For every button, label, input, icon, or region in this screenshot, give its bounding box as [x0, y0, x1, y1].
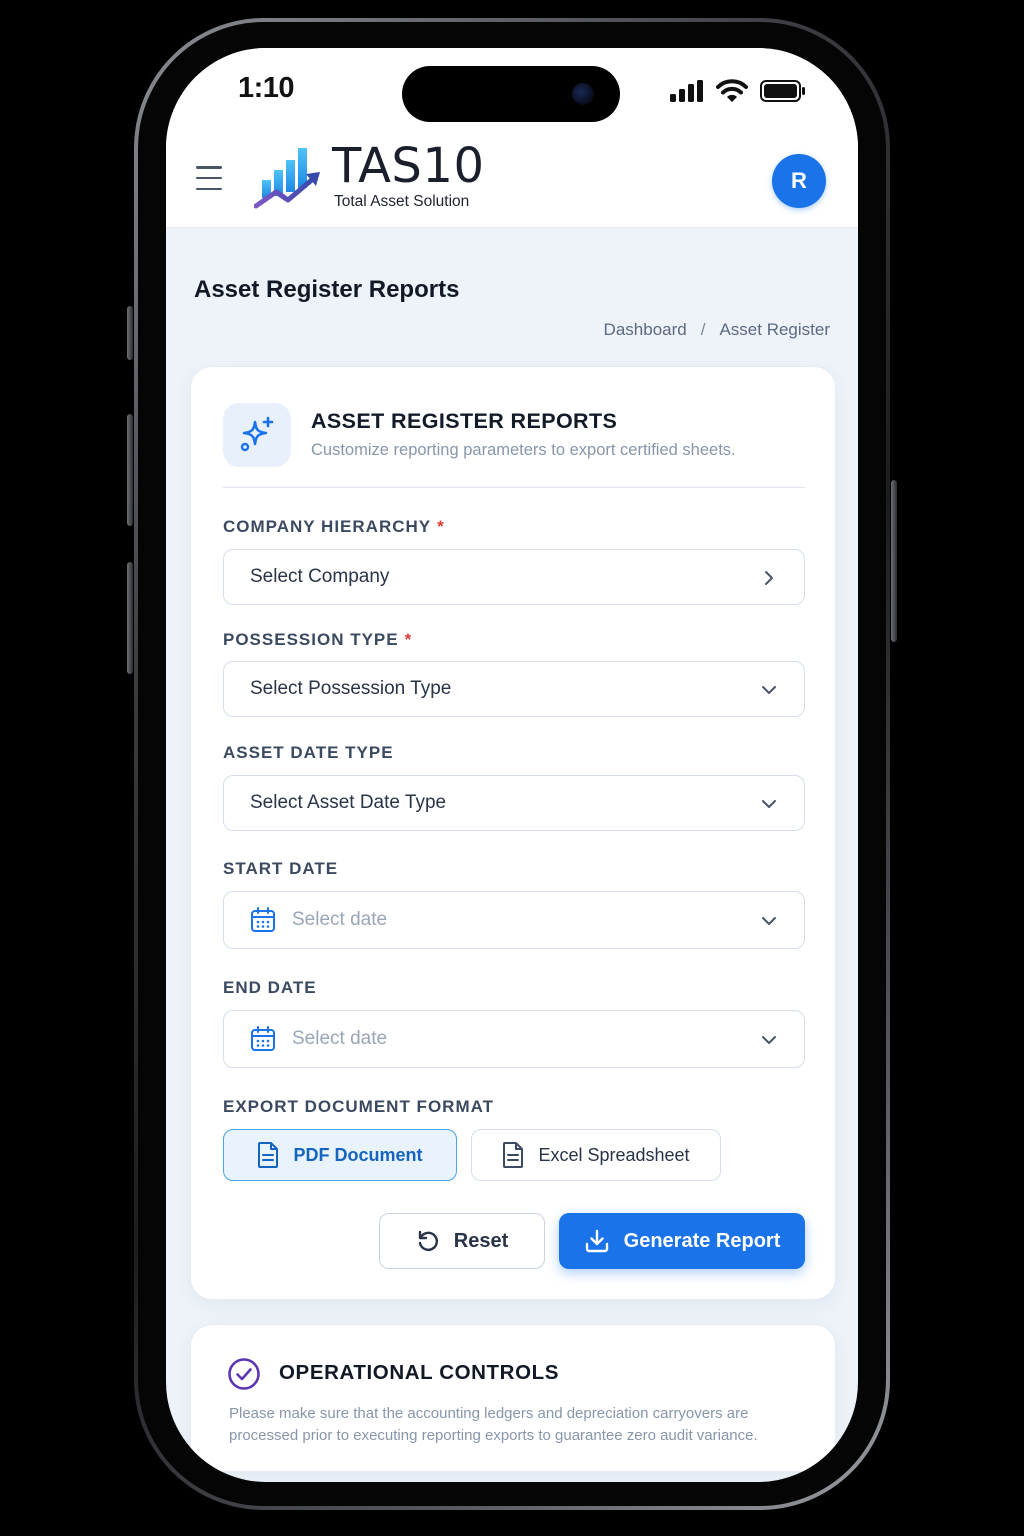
chevron-right-icon [765, 571, 773, 585]
chevron-down-icon [762, 686, 776, 694]
end-date-label: END DATE [223, 978, 317, 997]
breadcrumb-dashboard[interactable]: Dashboard [604, 320, 687, 340]
asset-date-type-select[interactable]: Select Asset Date Type [223, 775, 805, 831]
divider [223, 487, 805, 488]
status-icons [670, 79, 806, 103]
start-date-picker[interactable]: Select date [223, 891, 805, 949]
company-label: COMPANY HIERARCHY * [223, 517, 445, 537]
company-select-value: Select Company [250, 566, 390, 587]
wifi-icon [716, 79, 748, 102]
possession-type-label-text: POSSESSION TYPE [223, 630, 399, 649]
operational-controls-card: OPERATIONAL CONTROLS Please make sure th… [190, 1324, 836, 1472]
card-subtitle: Customize reporting parameters to export… [311, 441, 736, 459]
download-icon [585, 1229, 608, 1253]
check-circle-icon [228, 1358, 260, 1390]
asset-date-type-label: ASSET DATE TYPE [223, 743, 394, 762]
operational-controls-text: Please make sure that the accounting led… [229, 1405, 758, 1444]
excel-format-label: Excel Spreadsheet [538, 1144, 690, 1165]
company-select[interactable]: Select Company [223, 549, 805, 605]
chevron-down-icon [762, 1036, 776, 1044]
dynamic-island [402, 66, 620, 122]
generate-report-button[interactable]: Generate Report [559, 1213, 805, 1269]
signal-icon [670, 80, 703, 102]
volume-down-button [127, 562, 133, 674]
excel-format-option[interactable]: Excel Spreadsheet [471, 1129, 721, 1181]
reset-icon [418, 1230, 438, 1251]
app-header: TAS10 Total Asset Solution R [166, 130, 858, 228]
possession-type-value: Select Possession Type [250, 678, 452, 699]
possession-type-label: POSSESSION TYPE * [223, 630, 412, 650]
sparkles-icon [240, 416, 274, 452]
screen: 1:10 TAS10 Total Asset Solution R Asset … [166, 48, 858, 1482]
status-time: 1:10 [238, 72, 295, 104]
export-format-label: EXPORT DOCUMENT FORMAT [223, 1097, 495, 1116]
end-date-picker[interactable]: Select date [223, 1010, 805, 1068]
status-bar: 1:10 [166, 48, 858, 130]
reset-button[interactable]: Reset [379, 1213, 545, 1269]
chevron-down-icon [762, 800, 776, 808]
breadcrumb: Dashboard / Asset Register [604, 320, 830, 340]
start-date-label: START DATE [223, 859, 339, 878]
volume-up-button [127, 414, 133, 526]
camera-icon [572, 83, 594, 105]
user-avatar[interactable]: R [772, 154, 826, 208]
end-date-placeholder: Select date [292, 1028, 388, 1049]
start-date-placeholder: Select date [292, 909, 388, 930]
power-button [891, 480, 897, 642]
document-icon [503, 1142, 524, 1168]
breadcrumb-separator: / [700, 320, 706, 339]
app-name: TAS10 [332, 138, 485, 194]
page-title: Asset Register Reports [194, 276, 460, 303]
card-title: ASSET REGISTER REPORTS [311, 409, 618, 433]
calendar-icon [251, 907, 275, 932]
reset-label: Reset [453, 1229, 509, 1252]
action-button [127, 306, 133, 360]
report-card: ASSET REGISTER REPORTS Customize reporti… [190, 366, 836, 1300]
required-mark: * [437, 517, 445, 536]
required-mark: * [404, 630, 413, 649]
phone-frame: 1:10 TAS10 Total Asset Solution R Asset … [127, 18, 897, 1510]
operational-controls-title: OPERATIONAL CONTROLS [279, 1361, 560, 1384]
company-label-text: COMPANY HIERARCHY [223, 517, 432, 536]
app-tagline: Total Asset Solution [334, 193, 470, 210]
asset-date-type-value: Select Asset Date Type [250, 792, 447, 813]
battery-icon [760, 80, 805, 102]
generate-report-label: Generate Report [623, 1229, 781, 1252]
pdf-format-label: PDF Document [293, 1144, 423, 1165]
breadcrumb-asset-register: Asset Register [719, 320, 830, 339]
card-icon-box [223, 403, 291, 467]
calendar-icon [251, 1026, 275, 1051]
logo-chart-icon [254, 148, 320, 209]
chevron-down-icon [762, 917, 776, 925]
possession-type-select[interactable]: Select Possession Type [223, 661, 805, 717]
menu-icon[interactable] [196, 166, 222, 190]
pdf-format-option[interactable]: PDF Document [223, 1129, 457, 1181]
document-icon [258, 1142, 279, 1168]
